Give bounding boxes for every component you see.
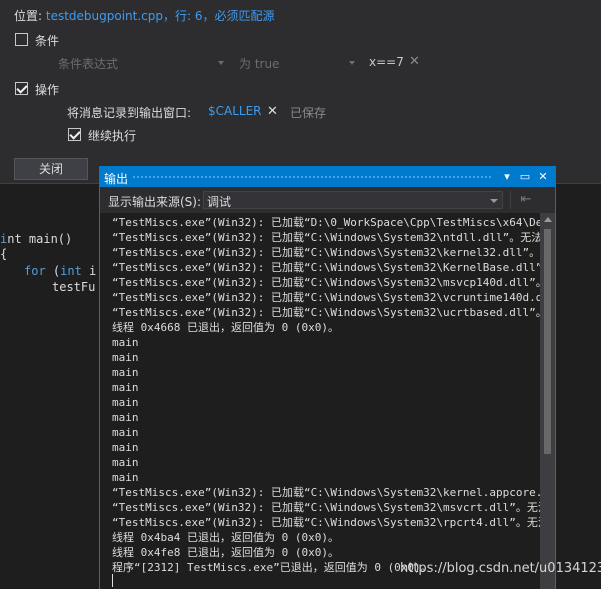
code-line: int main() [0, 232, 72, 246]
condition-when-dropdown[interactable]: 为 true [239, 55, 279, 72]
output-text-area[interactable]: “TestMiscs.exe”(Win32): 已加载“D:\0_WorkSpa… [100, 213, 540, 589]
output-line: “TestMiscs.exe”(Win32): 已加载“C:\Windows\S… [112, 291, 540, 304]
output-window: 输出 ▾ ▭ ✕ 显示输出来源(S): 调试 ⇤ “TestMiscs.exe”… [99, 166, 556, 589]
output-line: 线程 0x4fe8 已退出，返回值为 0 (0x0)。 [112, 546, 339, 559]
window-position-dropdown-icon[interactable]: ▾ [500, 169, 514, 185]
output-line: “TestMiscs.exe”(Win32): 已加载“C:\Windows\S… [112, 261, 540, 274]
condition-expression-dropdown[interactable]: 条件表达式 [58, 55, 118, 72]
output-line: main [112, 471, 139, 484]
watermark: https://blog.csdn.net/u013412391 [400, 561, 601, 576]
toolbar-separator [510, 191, 511, 209]
close-icon[interactable]: ✕ [536, 169, 550, 185]
output-line: main [112, 381, 139, 394]
output-toolbar: 显示输出来源(S): 调试 ⇤ [100, 187, 555, 213]
actions-checkbox[interactable] [15, 82, 28, 95]
output-line: main [112, 351, 139, 364]
code-keyword: for [24, 264, 46, 278]
saved-status: 已保存 [290, 106, 327, 120]
text-cursor [112, 574, 113, 587]
output-line: “TestMiscs.exe”(Win32): 已加载“C:\Windows\S… [112, 246, 540, 259]
maximize-icon[interactable]: ▭ [518, 169, 532, 185]
output-line: main [112, 336, 139, 349]
vertical-scrollbar[interactable] [540, 213, 555, 589]
output-line: main [112, 411, 139, 424]
actions-label: 操作 [35, 83, 60, 97]
chevron-down-icon [349, 61, 355, 65]
output-line: “TestMiscs.exe”(Win32): 已加载“C:\Windows\S… [112, 501, 540, 514]
output-source-value: 调试 [207, 195, 232, 209]
conditions-label: 条件 [35, 34, 60, 48]
clear-message-icon[interactable]: ✕ [267, 104, 278, 119]
breakpoint-location: 位置: testdebugpoint.cpp，行: 6，必须匹配源 [14, 7, 275, 24]
continue-execution-checkbox[interactable] [68, 128, 81, 141]
output-lines: “TestMiscs.exe”(Win32): 已加载“D:\0_WorkSpa… [112, 215, 540, 575]
output-line: 线程 0x4ba4 已退出，返回值为 0 (0x0)。 [112, 531, 339, 544]
output-line: main [112, 441, 139, 454]
close-button[interactable]: 关闭 [14, 158, 88, 180]
output-line: “TestMiscs.exe”(Win32): 已加载“C:\Windows\S… [112, 231, 540, 244]
drag-grip[interactable] [132, 175, 492, 180]
output-line: main [112, 396, 139, 409]
output-line: “TestMiscs.exe”(Win32): 已加载“C:\Windows\S… [112, 516, 540, 529]
code-text: ( [45, 264, 61, 278]
output-line: 线程 0x4668 已退出，返回值为 0 (0x0)。 [112, 321, 339, 334]
continue-execution-label: 继续执行 [88, 129, 137, 143]
condition-value-input[interactable]: x==7 [369, 55, 404, 69]
breakpoint-settings-panel: 位置: testdebugpoint.cpp，行: 6，必须匹配源 条件 条件表… [0, 0, 601, 183]
output-line: main [112, 366, 139, 379]
conditions-checkbox[interactable] [15, 33, 28, 46]
remove-condition-icon[interactable]: ✕ [409, 54, 420, 69]
log-message-label: 将消息记录到输出窗口: [67, 106, 192, 120]
chevron-down-icon [218, 61, 224, 65]
output-line: main [112, 456, 139, 469]
code-line: { [0, 247, 8, 261]
code-keyword: int [60, 264, 82, 278]
code-line: testFu [52, 280, 96, 294]
output-line: “TestMiscs.exe”(Win32): 已加载“C:\Windows\S… [112, 306, 540, 319]
output-line: “TestMiscs.exe”(Win32): 已加载“D:\0_WorkSpa… [112, 216, 540, 229]
output-title: 输出 [104, 172, 129, 186]
code-text: i [81, 264, 97, 278]
scrollbar-thumb[interactable] [544, 229, 551, 454]
source-label: 显示输出来源(S): [108, 195, 202, 209]
code-line: for (int i [24, 264, 96, 278]
output-title-bar[interactable]: 输出 ▾ ▭ ✕ [100, 167, 555, 187]
output-source-select[interactable]: 调试 [203, 191, 503, 209]
output-line: main [112, 426, 139, 439]
output-line: “TestMiscs.exe”(Win32): 已加载“C:\Windows\S… [112, 276, 540, 289]
location-link[interactable]: testdebugpoint.cpp，行: 6，必须匹配源 [46, 9, 275, 23]
log-message-input[interactable]: $CALLER [208, 104, 262, 118]
location-prefix: 位置: [14, 9, 46, 23]
chevron-down-icon [490, 199, 498, 203]
code-text: nt main() [7, 232, 73, 246]
scroll-up-icon[interactable] [544, 217, 552, 222]
clear-all-icon[interactable]: ⇤ [518, 192, 534, 208]
output-line: “TestMiscs.exe”(Win32): 已加载“C:\Windows\S… [112, 486, 540, 499]
